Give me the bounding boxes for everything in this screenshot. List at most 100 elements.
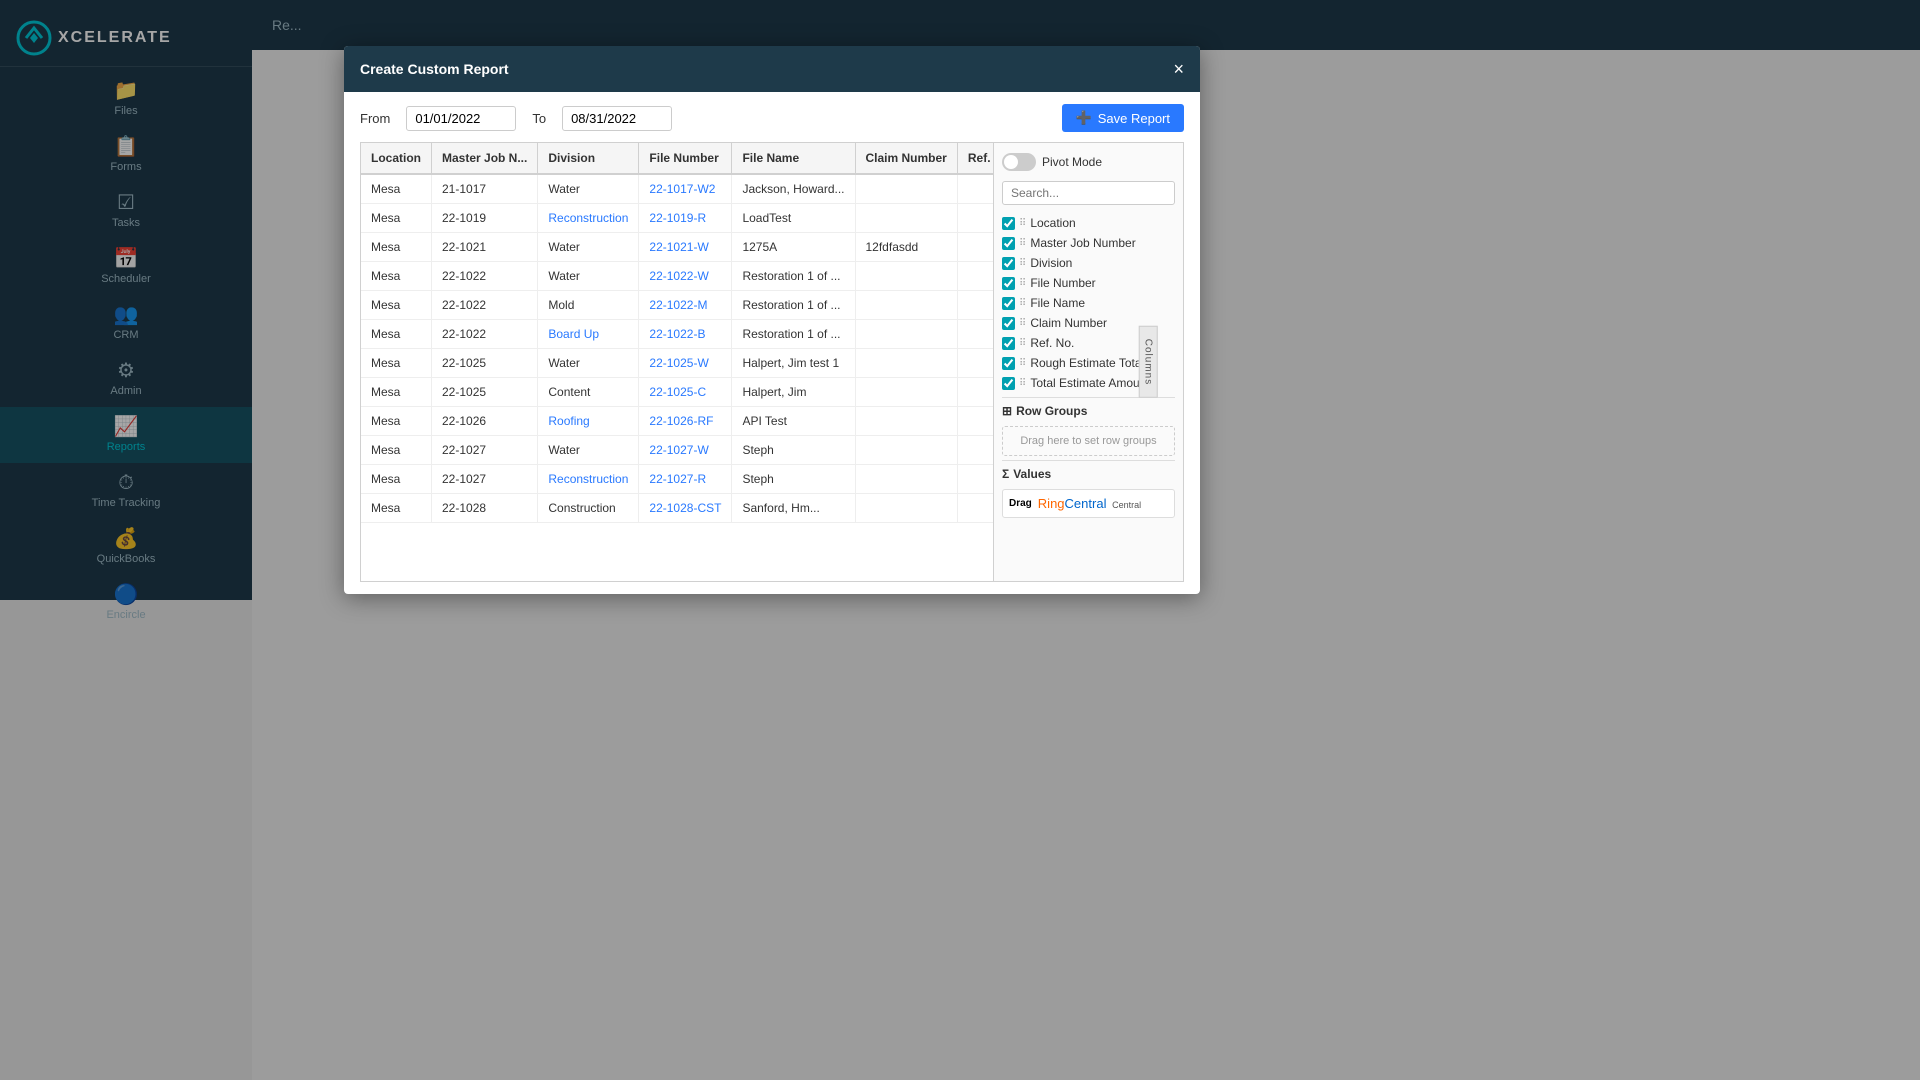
column-item[interactable]: ⠿ Division xyxy=(1002,253,1175,273)
cell-location: Mesa xyxy=(361,494,432,523)
column-item[interactable]: ⠿ Location xyxy=(1002,213,1175,233)
cell-file-name: API Test xyxy=(732,407,855,436)
cell-division[interactable]: Reconstruction xyxy=(538,204,639,233)
cell-division[interactable]: Roofing xyxy=(538,407,639,436)
cell-location: Mesa xyxy=(361,436,432,465)
cell-claim-number xyxy=(855,174,957,204)
column-name-label: Location xyxy=(1030,216,1075,230)
table-container: Location Master Job N... Division File N… xyxy=(360,142,1184,582)
column-checkbox[interactable] xyxy=(1002,277,1015,290)
drag-handle-icon: ⠿ xyxy=(1019,378,1026,389)
cell-file-number[interactable]: 22-1022-W xyxy=(639,262,732,291)
column-checkbox[interactable] xyxy=(1002,257,1015,270)
cell-file-number[interactable]: 22-1022-M xyxy=(639,291,732,320)
pivot-row: Pivot Mode xyxy=(1002,153,1175,171)
cell-file-number[interactable]: 22-1028-CST xyxy=(639,494,732,523)
save-report-label: Save Report xyxy=(1098,111,1170,126)
column-name-label: File Number xyxy=(1030,276,1095,290)
cell-file-number[interactable]: 22-1021-W xyxy=(639,233,732,262)
cell-file-number[interactable]: 22-1022-B xyxy=(639,320,732,349)
column-checkbox[interactable] xyxy=(1002,297,1015,310)
drag-handle-icon: ⠿ xyxy=(1019,338,1026,349)
pivot-toggle[interactable] xyxy=(1002,153,1036,171)
cell-file-number[interactable]: 22-1027-W xyxy=(639,436,732,465)
columns-tab[interactable]: Columns xyxy=(1138,326,1157,398)
column-checkbox[interactable] xyxy=(1002,337,1015,350)
cell-claim-number xyxy=(855,407,957,436)
column-name-label: Total Estimate Amount xyxy=(1030,376,1149,390)
cell-ref-no xyxy=(957,494,994,523)
save-icon: ➕ xyxy=(1076,110,1092,126)
cell-file-name: Steph xyxy=(732,465,855,494)
col-file-name: File Name xyxy=(732,143,855,174)
drag-handle-icon: ⠿ xyxy=(1019,298,1026,309)
from-date-input[interactable] xyxy=(406,106,516,131)
columns-search-input[interactable] xyxy=(1002,181,1175,205)
cell-file-number[interactable]: 22-1017-W2 xyxy=(639,174,732,204)
cell-file-name: Restoration 1 of ... xyxy=(732,262,855,291)
table-header-row: Location Master Job N... Division File N… xyxy=(361,143,994,174)
cell-file-number[interactable]: 22-1027-R xyxy=(639,465,732,494)
drag-handle-icon: ⠿ xyxy=(1019,358,1026,369)
table-row: Mesa 22-1028 Construction 22-1028-CST Sa… xyxy=(361,494,994,523)
rc-orange-text: Ring xyxy=(1038,496,1065,511)
col-location: Location xyxy=(361,143,432,174)
table-row: Mesa 22-1022 Board Up 22-1022-B Restorat… xyxy=(361,320,994,349)
cell-file-name: Jackson, Howard... xyxy=(732,174,855,204)
cell-division[interactable]: Reconstruction xyxy=(538,465,639,494)
column-checkbox[interactable] xyxy=(1002,317,1015,330)
cell-location: Mesa xyxy=(361,204,432,233)
date-row: From To ➕ Save Report xyxy=(360,104,1184,132)
cell-file-name: Steph xyxy=(732,436,855,465)
table-row: Mesa 22-1025 Water 22-1025-W Halpert, Ji… xyxy=(361,349,994,378)
dialog-title: Create Custom Report xyxy=(360,61,509,77)
create-custom-report-dialog: Create Custom Report × From To ➕ Save Re… xyxy=(344,46,1200,594)
column-checkbox[interactable] xyxy=(1002,217,1015,230)
cell-location: Mesa xyxy=(361,174,432,204)
cell-location: Mesa xyxy=(361,291,432,320)
column-item[interactable]: ⠿ Master Job Number xyxy=(1002,233,1175,253)
row-groups-drop-zone[interactable]: Drag here to set row groups xyxy=(1002,426,1175,456)
column-item[interactable]: ⠿ File Name xyxy=(1002,293,1175,313)
cell-ref-no xyxy=(957,204,994,233)
cell-file-number[interactable]: 22-1019-R xyxy=(639,204,732,233)
cell-claim-number xyxy=(855,465,957,494)
rc-suffix: Central xyxy=(1112,500,1141,510)
column-checkbox[interactable] xyxy=(1002,377,1015,390)
table-row: Mesa 22-1026 Roofing 22-1026-RF API Test xyxy=(361,407,994,436)
cell-master-job: 22-1019 xyxy=(432,204,538,233)
col-claim-number: Claim Number xyxy=(855,143,957,174)
col-file-number: File Number xyxy=(639,143,732,174)
column-item[interactable]: ⠿ File Number xyxy=(1002,273,1175,293)
cell-claim-number xyxy=(855,291,957,320)
cell-ref-no xyxy=(957,349,994,378)
cell-master-job: 22-1027 xyxy=(432,436,538,465)
row-groups-icon: ⊞ xyxy=(1002,404,1012,418)
cell-division[interactable]: Board Up xyxy=(538,320,639,349)
cell-file-number[interactable]: 22-1025-C xyxy=(639,378,732,407)
column-name-label: Ref. No. xyxy=(1030,336,1074,350)
save-report-button[interactable]: ➕ Save Report xyxy=(1062,104,1184,132)
cell-file-name: Restoration 1 of ... xyxy=(732,291,855,320)
cell-master-job: 22-1027 xyxy=(432,465,538,494)
table-row: Mesa 22-1022 Mold 22-1022-M Restoration … xyxy=(361,291,994,320)
close-button[interactable]: × xyxy=(1173,60,1184,78)
cell-division: Water xyxy=(538,262,639,291)
cell-division: Mold xyxy=(538,291,639,320)
row-groups-placeholder: Drag here to set row groups xyxy=(1020,435,1156,447)
cell-ref-no xyxy=(957,174,994,204)
cell-ref-no xyxy=(957,378,994,407)
column-checkbox[interactable] xyxy=(1002,357,1015,370)
cell-file-number[interactable]: 22-1026-RF xyxy=(639,407,732,436)
drag-handle-icon: ⠿ xyxy=(1019,258,1026,269)
data-table-wrapper[interactable]: Location Master Job N... Division File N… xyxy=(360,142,994,582)
cell-file-number[interactable]: 22-1025-W xyxy=(639,349,732,378)
to-date-input[interactable] xyxy=(562,106,672,131)
cell-ref-no xyxy=(957,291,994,320)
cell-file-name: Halpert, Jim xyxy=(732,378,855,407)
columns-tab-label: Columns xyxy=(1142,339,1153,385)
drag-handle-icon: ⠿ xyxy=(1019,218,1026,229)
column-checkbox[interactable] xyxy=(1002,237,1015,250)
cell-file-name: Halpert, Jim test 1 xyxy=(732,349,855,378)
toggle-knob xyxy=(1004,155,1018,169)
